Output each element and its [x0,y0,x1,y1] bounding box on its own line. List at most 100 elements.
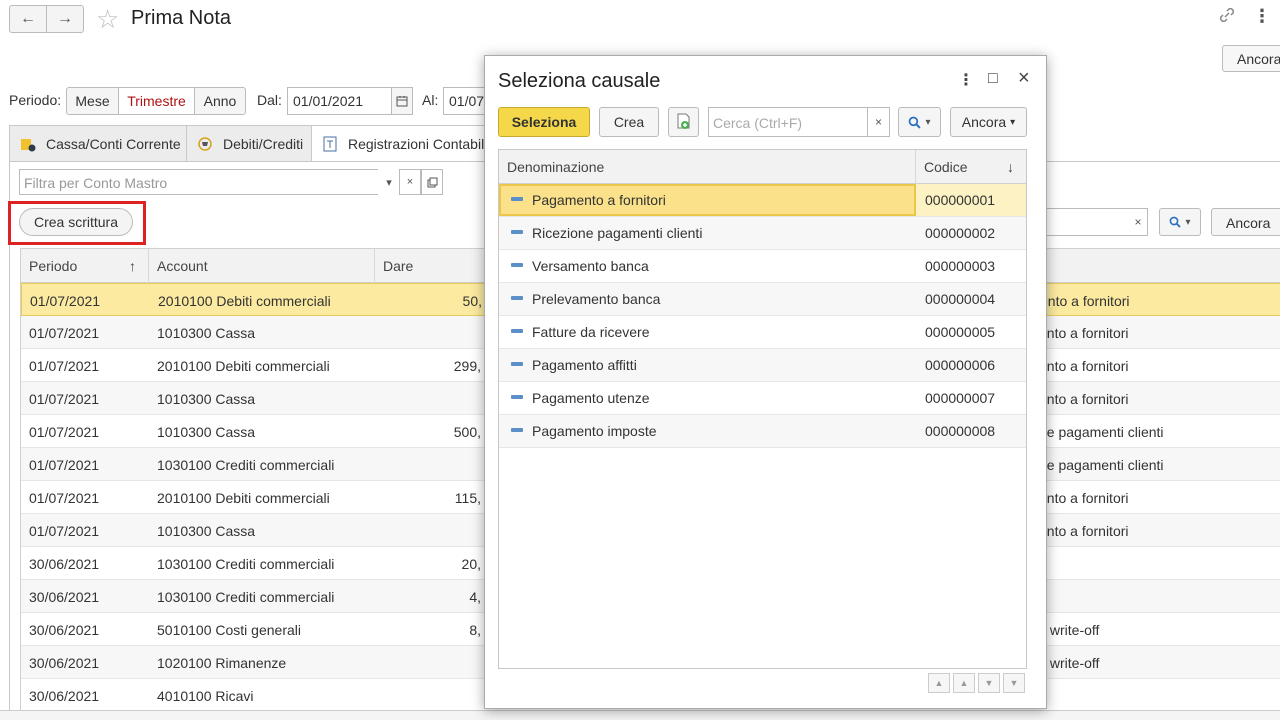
copy-add-icon[interactable] [668,107,699,137]
list-item[interactable]: Pagamento a fornitori 000000001 [499,184,1026,217]
list-item[interactable]: Prelevamento banca 000000004 [499,283,1026,316]
cell-dare [375,382,489,414]
cell-account: 1030100 Crediti commerciali [157,589,335,605]
seleziona-button[interactable]: Seleziona [498,107,590,137]
ledger-icon [322,136,338,152]
column-dare[interactable]: Dare [375,249,489,283]
sort-asc-icon: ↑ [129,258,136,274]
causale-code: 000000003 [925,258,996,274]
list-item[interactable]: Pagamento affitti 000000006 [499,349,1026,382]
clear-icon[interactable]: × [1128,208,1148,236]
cell-desc: ento a fornitori [1039,358,1129,374]
cell-dare: 115, [454,490,481,506]
next-page-icon[interactable]: ▼ [978,673,1000,693]
cell-account: 1030100 Crediti commerciali [157,457,335,473]
open-icon[interactable] [421,169,443,195]
conto-mastro-filter-input[interactable]: Filtra per Conto Mastro [19,169,399,195]
cell-account: 5010100 Costi generali [157,622,301,638]
cell-desc: ento a fornitori [1039,523,1129,539]
forward-arrow-icon[interactable]: → [47,6,83,32]
period-trimestre[interactable]: Trimestre [118,87,195,115]
cell-dare: 20, [461,556,481,572]
close-icon[interactable]: × [1018,67,1030,90]
tab-registrazioni-contabili[interactable]: Registrazioni Contabili [311,125,489,162]
cell-dare: 500, [453,424,481,440]
sort-desc-icon: ↓ [1007,159,1014,175]
cell-periodo: 01/07/2021 [29,457,100,473]
search-button[interactable]: ▾ [898,107,941,137]
cell-periodo: 30/06/2021 [29,622,100,638]
cell-dare: 50, [462,293,482,309]
cell-desc: ento a fornitori [1039,391,1129,407]
cell-dare [375,679,489,710]
ancora-button[interactable]: Ancora ▾ [950,107,1027,137]
causale-name: Pagamento imposte [532,423,657,439]
back-arrow-icon[interactable]: ← [10,6,47,32]
search-button[interactable]: ▾ [1159,208,1201,236]
crea-scrittura-button[interactable]: Crea scrittura [19,208,133,236]
causale-code: 000000005 [925,324,996,340]
cell-periodo: 01/07/2021 [29,358,100,374]
cell-account: 1010300 Cassa [157,325,256,341]
clear-icon[interactable]: × [868,107,890,137]
al-date-input[interactable]: 01/07/ [443,87,488,115]
column-periodo[interactable]: Periodo ↑ [21,249,149,283]
list-item[interactable]: Pagamento utenze 000000007 [499,382,1026,415]
cell-desc: e [1031,679,1280,710]
cell-account: 1020100 Rimanenze [157,655,287,671]
period-anno[interactable]: Anno [194,87,246,115]
ancora-button[interactable]: Ancora [1211,208,1280,236]
tab-debiti-crediti[interactable]: Debiti/Crediti [186,125,312,162]
causale-name: Prelevamento banca [532,291,661,307]
column-account[interactable]: Account [149,249,375,283]
clear-icon[interactable]: × [399,169,421,195]
causale-name: Pagamento affitti [532,357,637,373]
cell-desc: ento a fornitori [1040,293,1130,309]
list-item[interactable]: Pagamento imposte 000000008 [499,415,1026,448]
item-marker-icon [511,263,523,267]
calendar-icon[interactable] [391,87,413,115]
crea-button[interactable]: Crea [599,107,659,137]
cell-account: 1010300 Cassa [157,523,256,539]
causale-name: Pagamento utenze [532,390,650,406]
item-marker-icon [511,428,523,432]
cell-desc: ne pagamenti clienti [1039,457,1164,473]
cell-dare [375,514,489,546]
tab-label: Registrazioni Contabili [348,136,488,152]
column-codice[interactable]: Codice ↓ [916,150,1026,184]
column-denominazione[interactable]: Denominazione [499,150,916,184]
first-page-icon[interactable]: ▲ [928,673,950,693]
causale-name: Ricezione pagamenti clienti [532,225,703,241]
tab-cassa-conti-corrente[interactable]: Cassa/Conti Corrente [9,125,187,162]
dialog-search-input[interactable]: Cerca (Ctrl+F) [708,107,868,137]
causale-name: Pagamento a fornitori [499,184,916,216]
cell-dare: 4, [469,589,481,605]
list-item[interactable]: Versamento banca 000000003 [499,250,1026,283]
cell-periodo: 01/07/2021 [29,391,100,407]
cell-dare: 8, [469,622,481,638]
maximize-icon[interactable]: □ [988,70,998,88]
cell-periodo: 01/07/2021 [29,490,100,506]
favorite-star-icon[interactable]: ☆ [96,5,119,33]
al-label: Al: [422,92,439,108]
ancora-button[interactable]: Ancora [1222,45,1280,72]
list-item[interactable]: Ricezione pagamenti clienti 000000002 [499,217,1026,250]
page-title: Prima Nota [131,7,232,29]
dal-date-input[interactable]: 01/01/2021 [287,87,392,115]
cell-desc: e [1031,547,1280,579]
prev-page-icon[interactable]: ▲ [953,673,975,693]
item-marker-icon [511,329,523,333]
causale-code: 000000007 [925,390,996,406]
list-item[interactable]: Fatture da ricevere 000000005 [499,316,1026,349]
column-descrizione[interactable]: e [1031,249,1280,283]
link-icon[interactable] [1218,6,1236,29]
period-mese[interactable]: Mese [66,87,119,115]
more-menu-icon[interactable]: ⋮ [958,70,974,90]
dropdown-icon[interactable]: ▾ [378,169,400,195]
item-marker-icon [511,197,523,201]
last-page-icon[interactable]: ▼ [1003,673,1025,693]
more-menu-icon[interactable]: ⋮ [1253,6,1271,27]
cell-dare: 299, [453,358,481,374]
causale-code: 000000006 [925,357,996,373]
seleziona-causale-dialog: Seleziona causale ⋮ □ × Seleziona Crea C… [484,55,1047,709]
